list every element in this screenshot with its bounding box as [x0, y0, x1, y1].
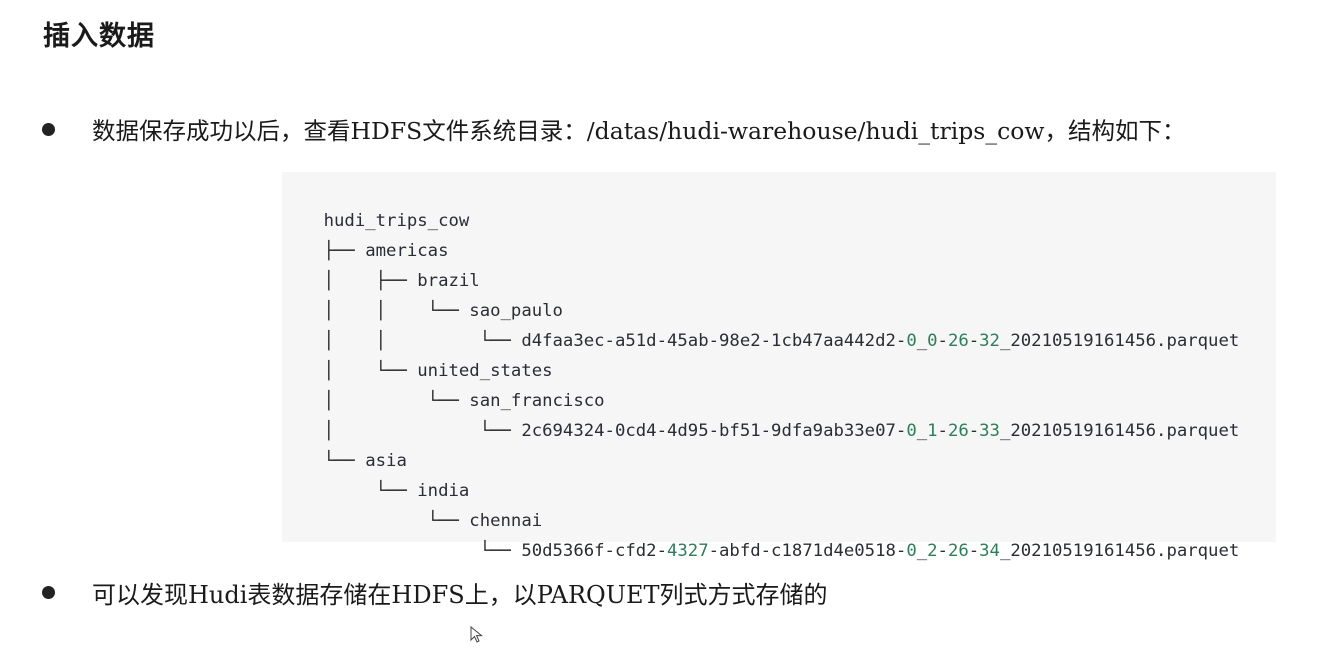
mouse-pointer-icon — [470, 625, 484, 647]
bullet-item-directory: 数据保存成功以后，查看HDFS文件系统目录：/datas/hudi-wareho… — [42, 112, 1186, 146]
tree-line: │ │ └── sao_paulo — [282, 266, 1276, 321]
tree-root: hudi_trips_cow — [282, 176, 1276, 231]
tree-line: │ └── 2c694324-0cd4-4d95-bf51-9dfa9ab33e… — [282, 386, 1276, 441]
bullet-text: 数据保存成功以后，查看HDFS文件系统目录：/datas/hudi-wareho… — [92, 117, 1186, 145]
tree-line: └── asia — [282, 416, 1276, 471]
tree-branch: └── — [323, 541, 522, 561]
tree-line: └── chennai — [282, 476, 1276, 531]
bullet-icon — [42, 122, 55, 136]
tree-line: │ ├── brazil — [282, 236, 1276, 291]
tree-line: └── india — [282, 446, 1276, 501]
tree-entry-name: 50d5366f-cfd2-4327-abfd-c1871d4e0518-0_2… — [521, 541, 1240, 561]
bullet-item-storage: 可以发现Hudi表数据存储在HDFS上，以PARQUET列式方式存储的 — [42, 575, 827, 610]
bullet-text: 可以发现Hudi表数据存储在HDFS上，以PARQUET列式方式存储的 — [92, 581, 828, 609]
tree-line: │ └── san_francisco — [282, 356, 1276, 411]
tree-line: └── 50d5366f-cfd2-4327-abfd-c1871d4e0518… — [282, 506, 1276, 561]
tree-line: ├── americas — [282, 206, 1276, 261]
bullet-icon — [42, 586, 55, 599]
directory-tree-code-block: hudi_trips_cow ├── americas │ ├── brazil… — [282, 172, 1276, 561]
tree-line: │ │ └── d4faa3ec-a51d-45ab-98e2-1cb47aa4… — [282, 296, 1276, 351]
section-heading: 插入数据 — [43, 21, 155, 52]
tree-line: │ └── united_states — [282, 326, 1276, 381]
